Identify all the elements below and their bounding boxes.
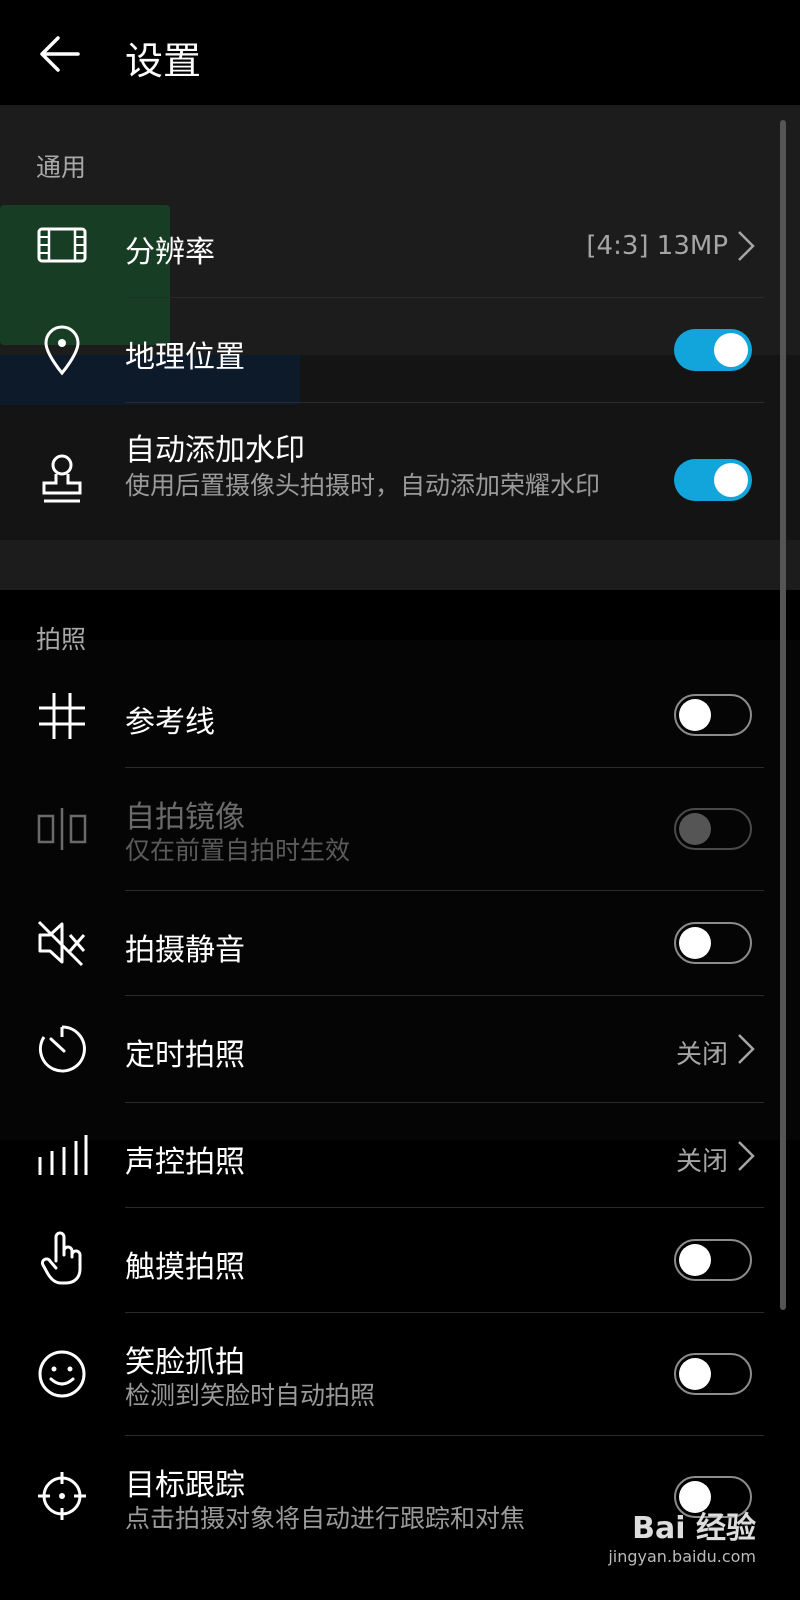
- back-arrow-icon: [40, 36, 80, 72]
- setting-label: 笑脸抓拍: [125, 1345, 245, 1380]
- watermark-toggle[interactable]: [674, 459, 752, 501]
- baidu-watermark: Bai 经验 jingyan.baidu.com: [608, 1503, 756, 1566]
- stamp-icon: [32, 449, 92, 509]
- sound-bars-icon: [32, 1125, 92, 1185]
- chevron-right-icon: [738, 231, 755, 261]
- grid-lines-icon: [32, 686, 92, 746]
- chevron-right-icon: [738, 1034, 755, 1064]
- watermark-main-text: Bai 经验: [632, 1511, 756, 1546]
- setting-watermark[interactable]: 自动添加水印 使用后置摄像头拍摄时，自动添加荣耀水印: [0, 403, 800, 543]
- setting-value: 关闭: [675, 1147, 728, 1177]
- setting-label: 定时拍照: [125, 1038, 245, 1073]
- resolution-film-icon: [32, 215, 92, 275]
- setting-voice-capture[interactable]: 声控拍照 关闭: [0, 1103, 800, 1207]
- target-crosshair-icon: [32, 1466, 92, 1526]
- setting-mute[interactable]: 拍摄静音: [0, 891, 800, 995]
- setting-description: 检测到笑脸时自动拍照: [125, 1381, 376, 1410]
- gridlines-toggle[interactable]: [674, 694, 752, 736]
- setting-label: 触摸拍照: [125, 1250, 245, 1285]
- location-toggle[interactable]: [674, 329, 752, 371]
- setting-label: 参考线: [125, 705, 215, 740]
- setting-description: 点击拍摄对象将自动进行跟踪和对焦: [125, 1504, 526, 1533]
- back-button[interactable]: [30, 24, 90, 84]
- watermark-url-text: jingyan.baidu.com: [608, 1547, 756, 1566]
- touch-capture-toggle[interactable]: [674, 1239, 752, 1281]
- setting-touch-capture[interactable]: 触摸拍照: [0, 1208, 800, 1312]
- setting-smile-capture[interactable]: 笑脸抓拍 检测到笑脸时自动拍照: [0, 1313, 800, 1435]
- speaker-mute-icon: [32, 913, 92, 973]
- setting-description: 使用后置摄像头拍摄时，自动添加荣耀水印: [125, 471, 601, 500]
- setting-label: 目标跟踪: [125, 1468, 245, 1503]
- setting-label: 地理位置: [125, 340, 245, 375]
- setting-label: 自动添加水印: [125, 433, 305, 468]
- setting-label: 自拍镜像: [125, 800, 245, 835]
- smiley-face-icon: [32, 1344, 92, 1404]
- smile-capture-toggle[interactable]: [674, 1353, 752, 1395]
- setting-timer[interactable]: 定时拍照 关闭: [0, 996, 800, 1102]
- hand-pointer-icon: [32, 1228, 92, 1288]
- mute-toggle[interactable]: [674, 922, 752, 964]
- setting-label: 分辨率: [125, 235, 215, 270]
- mirror-icon: [32, 799, 92, 859]
- location-pin-icon: [32, 320, 92, 380]
- setting-resolution[interactable]: 分辨率 [4:3] 13MP: [0, 195, 800, 297]
- setting-description: 仅在前置自拍时生效: [125, 836, 351, 865]
- setting-location[interactable]: 地理位置: [0, 298, 800, 402]
- app-header: 设置: [0, 0, 800, 105]
- setting-value: [4:3] 13MP: [586, 231, 728, 261]
- setting-selfie-mirror[interactable]: 自拍镜像 仅在前置自拍时生效: [0, 768, 800, 890]
- chevron-right-icon: [738, 1141, 755, 1171]
- scrollbar[interactable]: [780, 120, 786, 1310]
- section-title-photo: 拍照: [36, 625, 87, 654]
- setting-value: 关闭: [675, 1040, 728, 1070]
- page-title: 设置: [125, 39, 202, 83]
- setting-gridlines[interactable]: 参考线: [0, 665, 800, 767]
- timer-icon: [32, 1019, 92, 1079]
- setting-label: 声控拍照: [125, 1145, 245, 1180]
- section-title-general: 通用: [36, 153, 87, 182]
- setting-label: 拍摄静音: [125, 933, 245, 968]
- selfie-mirror-toggle[interactable]: [674, 808, 752, 850]
